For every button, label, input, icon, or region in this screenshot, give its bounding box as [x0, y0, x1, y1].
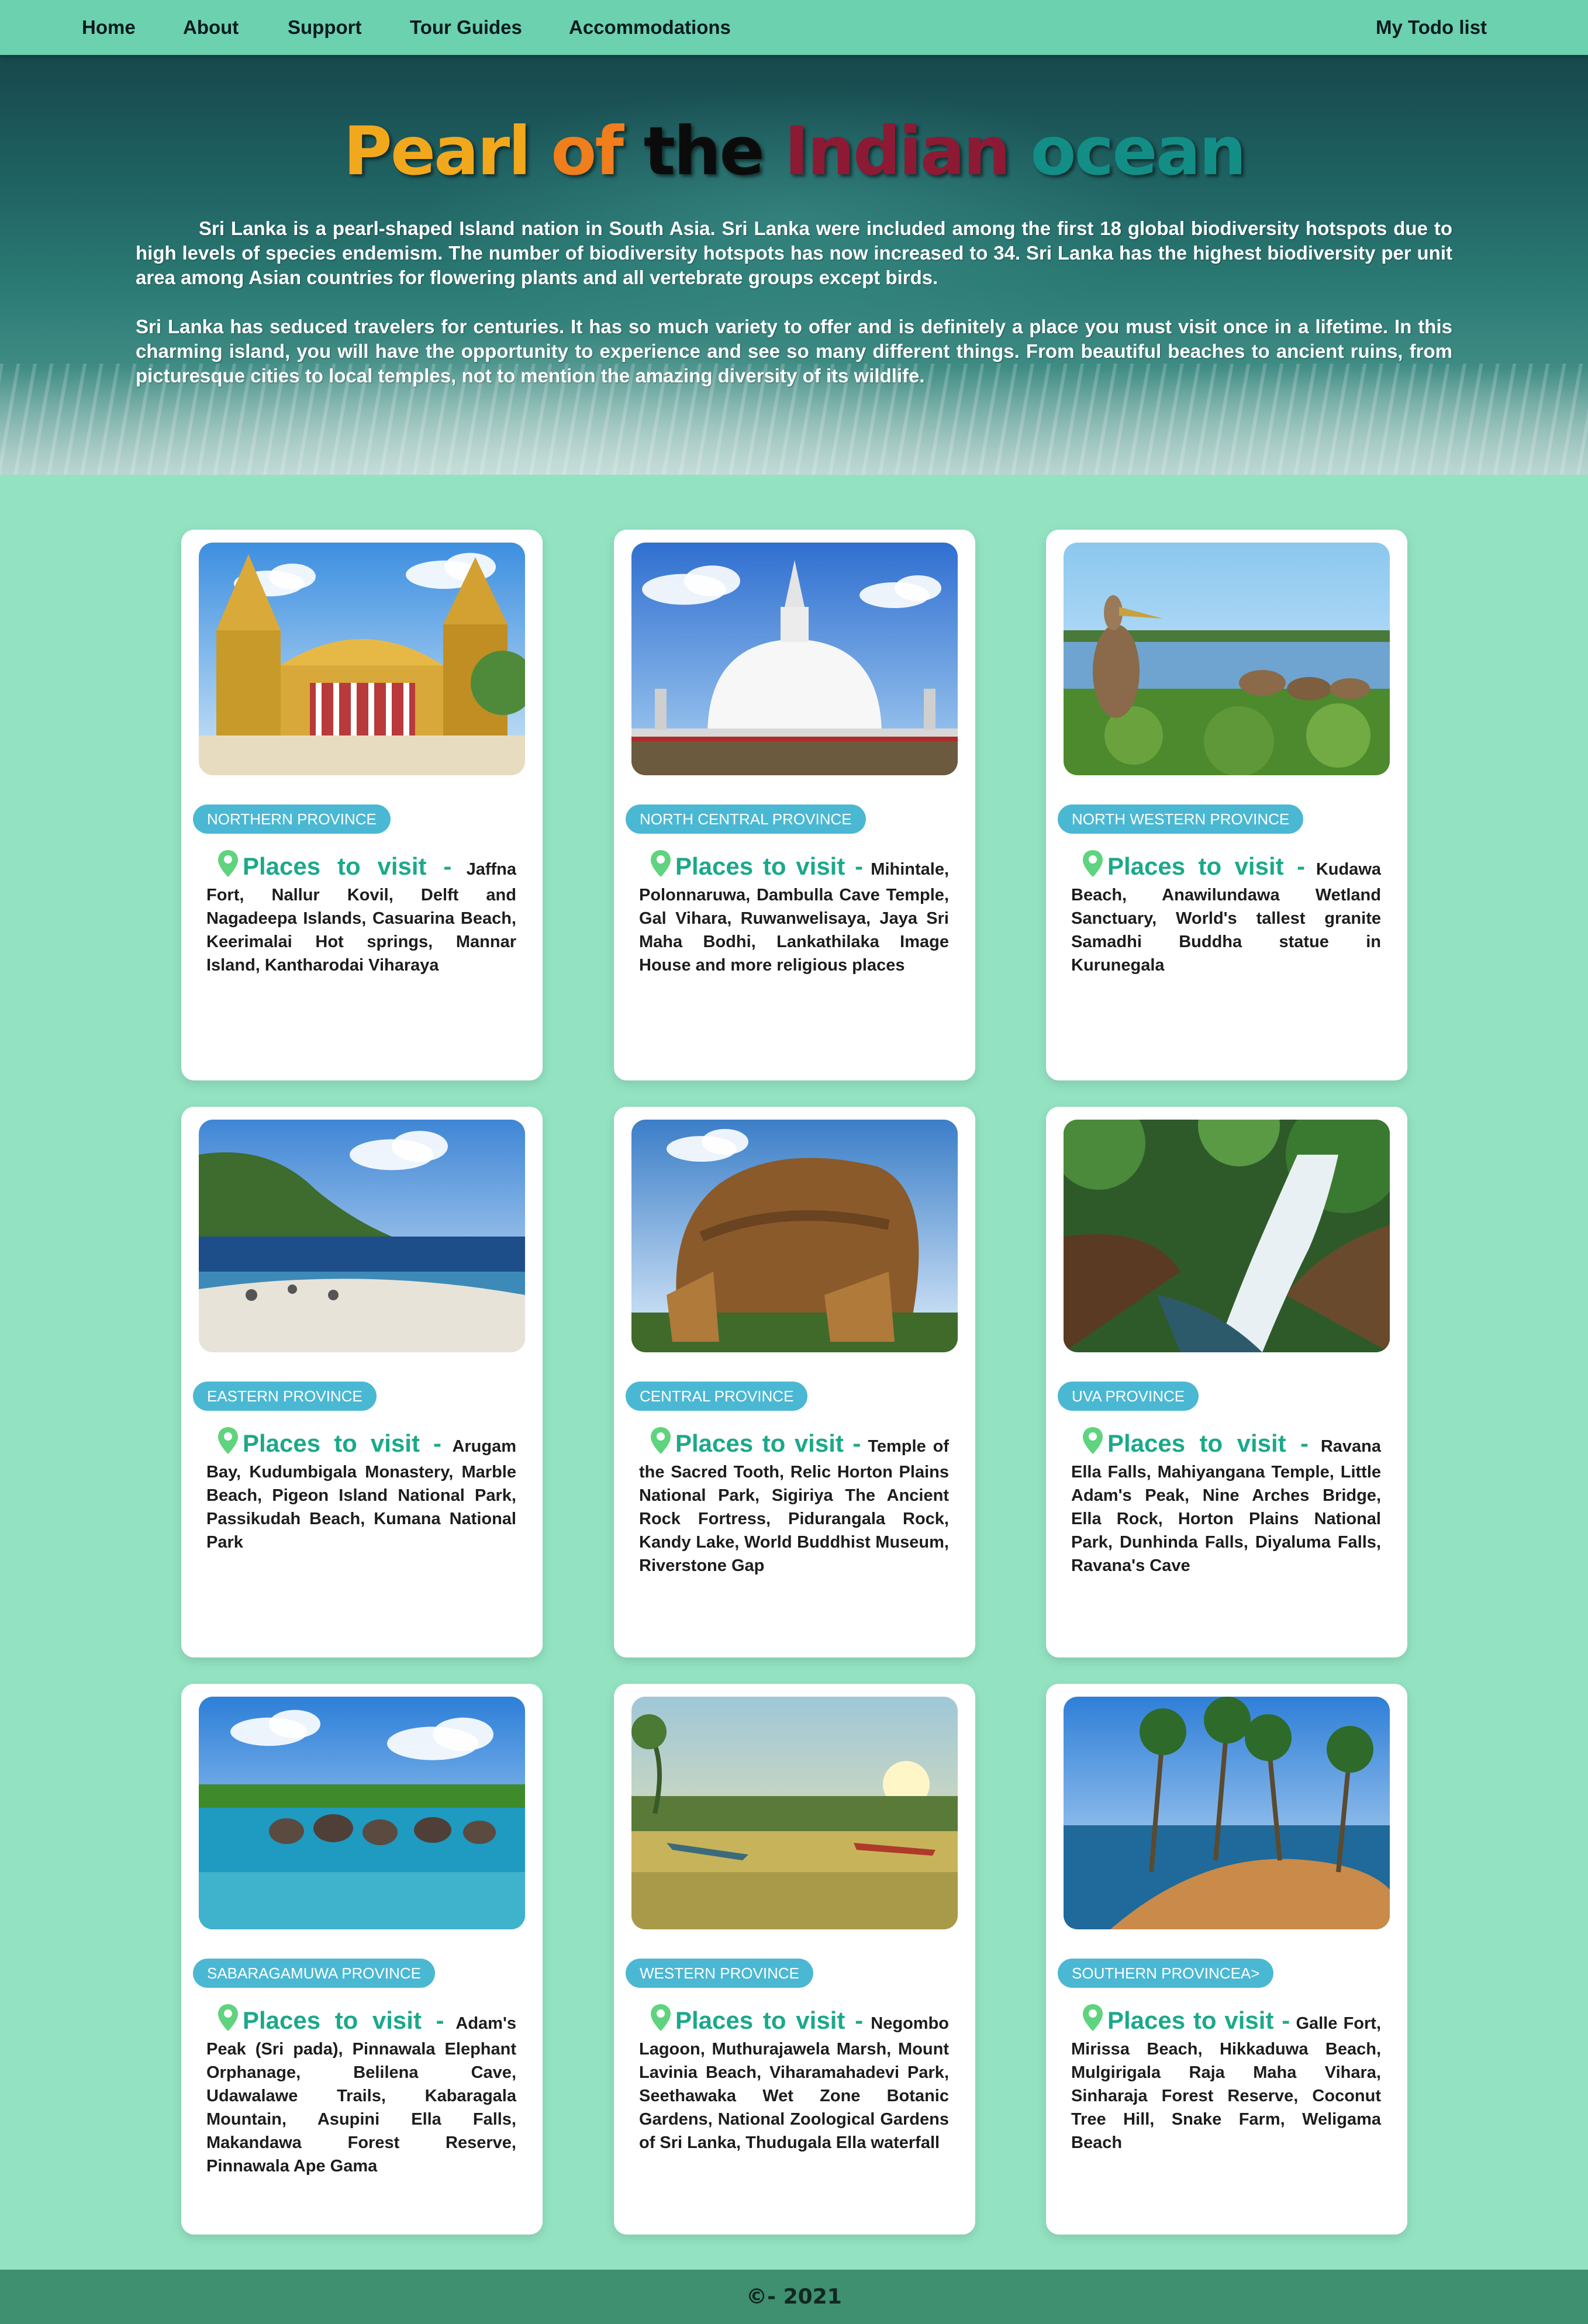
map-pin-icon	[1083, 2004, 1103, 2038]
hero-title: Pearl of the Indian ocean	[0, 113, 1588, 189]
nav-tour-guides-link[interactable]: Tour Guides	[410, 0, 522, 55]
wetland-birds-image	[1064, 543, 1390, 775]
province-badge: SOUTHERN PROVINCEA>	[1058, 1959, 1274, 1988]
beach-island-image	[199, 1120, 525, 1352]
province-badge: UVA PROVINCE	[1058, 1382, 1199, 1411]
hero-travel-paragraph: Sri Lanka has seduced travelers for cent…	[136, 316, 1452, 386]
province-badge: NORTHERN PROVINCE	[193, 804, 391, 834]
map-pin-icon	[651, 2004, 671, 2038]
province-card: NORTH WESTERN PROVINCE Places to visit - …	[1046, 530, 1407, 1080]
places-to-visit-label: Places to visit -	[243, 1429, 442, 1457]
province-card: EASTERN PROVINCE Places to visit - Arugam…	[181, 1107, 543, 1657]
nav-accommodations-link[interactable]: Accommodations	[569, 0, 731, 55]
places-to-visit-text: Places to visit - Jaffna Fort, Nallur Ko…	[206, 850, 516, 977]
nav-todo-list-link[interactable]: My Todo list	[1376, 0, 1487, 55]
places-to-visit-text: Places to visit - Mihintale, Polonnaruwa…	[639, 850, 949, 977]
province-badge: NORTH CENTRAL PROVINCE	[626, 804, 866, 834]
top-navbar: Home About Support Tour Guides Accommoda…	[0, 0, 1588, 55]
hero-title-word-indian: Indian	[784, 112, 1010, 190]
temple-kovil-image	[199, 543, 525, 775]
lagoon-boats-image	[631, 1697, 958, 1929]
places-to-visit-label: Places to visit -	[1107, 2007, 1290, 2034]
waterfall-image	[1064, 1120, 1390, 1352]
places-to-visit-text: Places to visit - Negombo Lagoon, Muthur…	[639, 2004, 949, 2154]
hero-title-word-pearl: Pearl	[343, 112, 531, 190]
map-pin-icon	[1083, 1427, 1103, 1460]
places-to-visit-label: Places to visit -	[675, 852, 864, 880]
page-footer: ©- 2021	[0, 2270, 1588, 2324]
province-card: CENTRAL PROVINCE Places to visit - Temple…	[614, 1107, 975, 1657]
places-to-visit-label: Places to visit -	[243, 2007, 444, 2034]
hero-title-word-of: of	[551, 112, 624, 190]
places-list: Galle Fort, Mirissa Beach, Hikkaduwa Bea…	[1071, 2014, 1381, 2152]
hero-title-word-ocean: ocean	[1030, 112, 1246, 190]
province-card: NORTH CENTRAL PROVINCE Places to visit - …	[614, 530, 975, 1080]
sigiriya-rock-image	[631, 1120, 958, 1352]
province-badge: WESTERN PROVINCE	[626, 1959, 814, 1988]
nav-home-link[interactable]: Home	[82, 0, 136, 55]
places-to-visit-text: Places to visit - Galle Fort, Mirissa Be…	[1071, 2004, 1381, 2154]
province-card: SABARAGAMUWA PROVINCE Places to visit - A…	[181, 1684, 543, 2235]
province-card: SOUTHERN PROVINCEA> Places to visit - Gal…	[1046, 1684, 1407, 2235]
places-to-visit-label: Places to visit -	[243, 852, 452, 880]
places-to-visit-text: Places to visit - Kudawa Beach, Anawilun…	[1071, 850, 1381, 977]
places-to-visit-text: Places to visit - Adam's Peak (Sri pada)…	[206, 2004, 516, 2178]
footer-copyright: ©- 2021	[746, 2285, 842, 2309]
map-pin-icon	[651, 1427, 671, 1460]
map-pin-icon	[218, 850, 238, 883]
places-to-visit-text: Places to visit - Temple of the Sacred T…	[639, 1427, 949, 1577]
places-list: Negombo Lagoon, Muthurajawela Marsh, Mou…	[639, 2014, 949, 2152]
elephants-river-image	[199, 1697, 525, 1929]
places-list: Ravana Ella Falls, Mahiyangana Temple, L…	[1071, 1437, 1382, 1575]
places-list: Adam's Peak (Sri pada), Pinnawala Elepha…	[206, 2014, 516, 2175]
province-badge: EASTERN PROVINCE	[193, 1382, 377, 1411]
province-badge: NORTH WESTERN PROVINCE	[1058, 804, 1304, 834]
places-list: Temple of the Sacred Tooth, Relic Horton…	[639, 1437, 949, 1575]
places-to-visit-label: Places to visit -	[675, 1429, 861, 1457]
province-badge: CENTRAL PROVINCE	[626, 1382, 808, 1411]
hero-title-word-the: the	[643, 112, 765, 190]
nav-support-link[interactable]: Support	[288, 0, 361, 55]
places-to-visit-label: Places to visit -	[1107, 1429, 1309, 1457]
hero-intro-paragraph: Sri Lanka is a pearl-shaped Island natio…	[136, 217, 1452, 288]
province-badge: SABARAGAMUWA PROVINCE	[193, 1959, 435, 1988]
map-pin-icon	[1083, 850, 1103, 883]
hero-banner: Pearl of the Indian ocean Sri Lanka is a…	[0, 55, 1588, 475]
province-card: UVA PROVINCE Places to visit - Ravana Ell…	[1046, 1107, 1407, 1657]
map-pin-icon	[218, 2004, 238, 2038]
palm-hill-image	[1064, 1697, 1390, 1929]
map-pin-icon	[218, 1427, 238, 1460]
stupa-image	[631, 543, 958, 775]
province-card: NORTHERN PROVINCE Places to visit - Jaffn…	[181, 530, 543, 1080]
province-card: WESTERN PROVINCE Places to visit - Negomb…	[614, 1684, 975, 2235]
map-pin-icon	[651, 850, 671, 883]
places-to-visit-text: Places to visit - Arugam Bay, Kudumbigal…	[206, 1427, 516, 1554]
places-to-visit-text: Places to visit - Ravana Ella Falls, Mah…	[1071, 1427, 1381, 1577]
places-to-visit-label: Places to visit -	[675, 2007, 864, 2034]
nav-about-link[interactable]: About	[183, 0, 239, 55]
places-to-visit-label: Places to visit -	[1107, 852, 1306, 880]
